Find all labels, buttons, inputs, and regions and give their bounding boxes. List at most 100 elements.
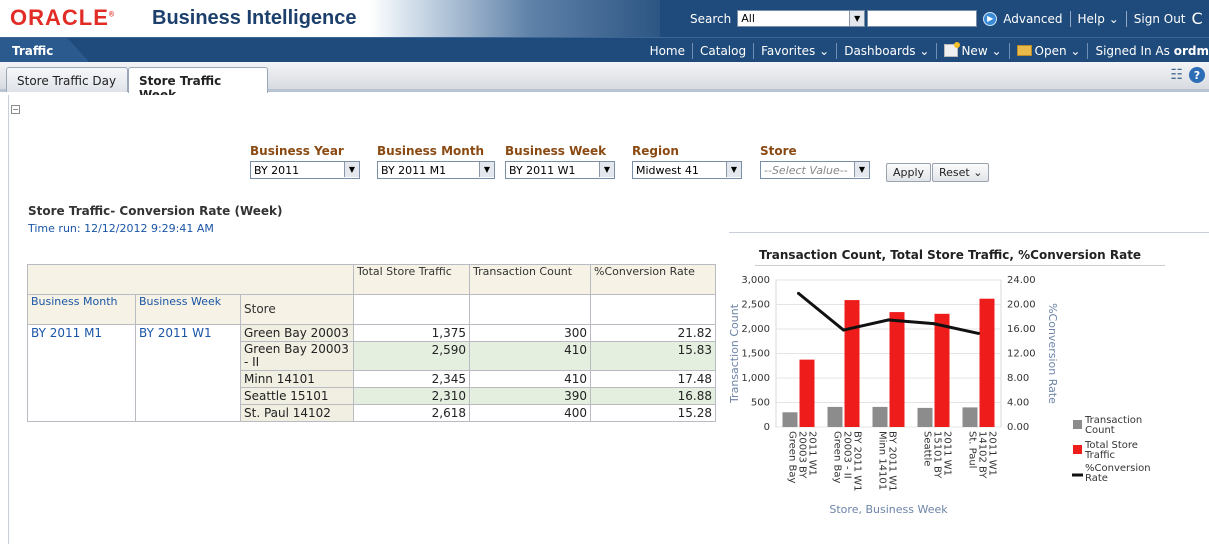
global-header: ORACLE® Business Intelligence Search All… xyxy=(0,0,1209,37)
measure-header-row: Total Store Traffic Transaction Count %C… xyxy=(27,264,716,295)
pivot-table: Total Store Traffic Transaction Count %C… xyxy=(27,264,716,422)
dimension-header-row: Business Month Business Week Store xyxy=(27,294,716,325)
header-business-week[interactable]: Business Week xyxy=(135,294,241,325)
legend-label: Count xyxy=(1085,425,1115,436)
divider xyxy=(753,42,755,59)
folder-icon xyxy=(1016,45,1032,56)
catalog-link[interactable]: Catalog xyxy=(700,44,746,58)
tab-store-traffic-day[interactable]: Store Traffic Day xyxy=(6,67,128,92)
header-total-store-traffic[interactable]: Total Store Traffic xyxy=(353,264,470,295)
report-title: Store Traffic- Conversion Rate (Week) xyxy=(28,204,283,218)
divider xyxy=(1069,10,1071,27)
page-tools: ☷ ? xyxy=(1170,67,1205,83)
collapse-section-icon[interactable]: − xyxy=(11,105,20,114)
dashboard-content: − Business Year BY 2011 ▼ Business Month… xyxy=(0,95,1209,544)
prompt-business-month: Business Month BY 2011 M1 ▼ xyxy=(377,144,495,179)
business-year-select[interactable]: BY 2011 ▼ xyxy=(250,161,360,179)
table-row: BY 2011 M1 BY 2011 W1 Green Bay 20003 1,… xyxy=(27,324,716,422)
help-menu[interactable]: Help ⌄ xyxy=(1078,12,1119,26)
header-business-month[interactable]: Business Month xyxy=(27,294,136,325)
apply-button[interactable]: Apply xyxy=(886,163,932,182)
x-tick-label: Minn 14101 xyxy=(877,431,888,490)
signed-in-as[interactable]: Signed In As ordm xyxy=(1095,44,1209,58)
legend-label: Traffic xyxy=(1084,450,1115,461)
time-run: Time run: 12/12/2012 9:29:41 AM xyxy=(28,222,214,235)
new-menu[interactable]: New ⌄ xyxy=(944,42,1002,58)
help-icon[interactable]: ? xyxy=(1189,67,1205,83)
business-month-select[interactable]: BY 2011 M1 ▼ xyxy=(377,161,495,179)
open-menu[interactable]: Open ⌄ xyxy=(1016,44,1080,58)
x-tick-label: 2011 W1 xyxy=(942,431,953,476)
chevron-down-icon: ▼ xyxy=(849,11,865,26)
prompt-label: Store xyxy=(760,144,797,158)
bar-total-store-traffic xyxy=(889,312,905,427)
home-link[interactable]: Home xyxy=(650,44,685,58)
bar-transaction-count xyxy=(782,412,798,427)
cell-business-month[interactable]: BY 2011 M1 xyxy=(27,324,136,422)
logo-text: ORACLE xyxy=(10,5,109,30)
dashboards-menu[interactable]: Dashboards ⌄ xyxy=(844,44,929,58)
prompt-region: Region Midwest 41 ▼ xyxy=(632,144,742,179)
cell-traffic: 2,310 xyxy=(353,387,470,405)
y-axis-label: Transaction Count xyxy=(728,303,741,404)
search-input[interactable] xyxy=(867,10,978,27)
bar-transaction-count xyxy=(917,407,933,427)
sign-out-link[interactable]: Sign Out xyxy=(1134,12,1186,26)
divider xyxy=(692,42,693,59)
y2-tick-label: 8.00 xyxy=(1007,373,1029,384)
prompt-store: Store --Select Value-- ▼ xyxy=(760,144,870,179)
cell-rate: 15.83 xyxy=(590,341,716,371)
bar-transaction-count xyxy=(962,407,978,427)
cell-rate: 16.88 xyxy=(590,387,716,405)
x-tick-label: Green Bay xyxy=(787,431,798,483)
legend-swatch-transaction-count xyxy=(1073,420,1082,429)
bar-total-store-traffic xyxy=(844,300,860,427)
header-blank xyxy=(353,294,470,325)
reset-button[interactable]: Reset ⌄ xyxy=(932,163,990,182)
advanced-link[interactable]: Advanced xyxy=(1003,12,1062,26)
help-label: Help xyxy=(1077,11,1105,26)
cell-rate: 15.28 xyxy=(590,404,716,422)
tab-store-traffic-week[interactable]: Store Traffic Week xyxy=(128,67,268,102)
y2-tick-label: 4.00 xyxy=(1007,398,1029,409)
search-scope-select[interactable]: All ▼ xyxy=(737,10,866,27)
chevron-down-icon: ▼ xyxy=(854,162,869,177)
favorites-menu[interactable]: Favorites ⌄ xyxy=(761,44,829,58)
header-store[interactable]: Store xyxy=(240,294,354,325)
header-gradient xyxy=(370,0,660,37)
chevron-down-icon: ▼ xyxy=(599,162,614,177)
divider xyxy=(836,42,838,59)
y-tick-label: 500 xyxy=(751,398,770,409)
new-label: New xyxy=(961,43,988,58)
y2-tick-label: 16.00 xyxy=(1007,324,1036,335)
cell-count: 300 xyxy=(469,324,591,342)
region-select[interactable]: Midwest 41 ▼ xyxy=(632,161,742,179)
cell-traffic: 2,618 xyxy=(353,404,470,422)
page-options-icon[interactable]: ☷ xyxy=(1170,67,1183,83)
business-week-select[interactable]: BY 2011 W1 ▼ xyxy=(505,161,615,179)
cell-store: Green Bay 20003 - II xyxy=(240,341,354,371)
oracle-logo[interactable]: ORACLE® xyxy=(10,5,115,31)
nav-links: Home Catalog Favorites ⌄ Dashboards ⌄ Ne… xyxy=(650,38,1209,63)
cell-rate: 21.82 xyxy=(590,324,716,342)
divider xyxy=(729,232,1209,233)
search-label: Search xyxy=(690,11,732,26)
dashboard-tab-traffic[interactable]: Traffic xyxy=(0,38,90,63)
selected-value: BY 2011 W1 xyxy=(509,163,576,177)
y2-tick-label: 0.00 xyxy=(1007,422,1029,433)
header-conversion-rate[interactable]: %Conversion Rate xyxy=(590,264,716,295)
y-tick-label: 2,000 xyxy=(741,324,770,335)
combo-chart[interactable]: 0 500 1,000 1,500 2,000 2,500 3,000 0.00 4.00 8.0… xyxy=(726,270,1166,540)
prompt-label: Business Month xyxy=(377,144,485,158)
search-go-icon[interactable]: ▶ xyxy=(983,11,998,26)
x-tick-label: BY 2011 W1 xyxy=(887,431,898,491)
bar-transaction-count xyxy=(872,406,888,427)
brand-area: ORACLE® Business Intelligence xyxy=(0,0,660,37)
divider xyxy=(936,42,938,59)
cell-business-week[interactable]: BY 2011 W1 xyxy=(135,324,241,422)
prompt-business-year: Business Year BY 2011 ▼ xyxy=(250,144,360,179)
chevron-down-icon: ⌄ xyxy=(919,43,930,58)
registered-mark: ® xyxy=(108,11,116,19)
store-select[interactable]: --Select Value-- ▼ xyxy=(760,161,870,179)
header-transaction-count[interactable]: Transaction Count xyxy=(469,264,591,295)
